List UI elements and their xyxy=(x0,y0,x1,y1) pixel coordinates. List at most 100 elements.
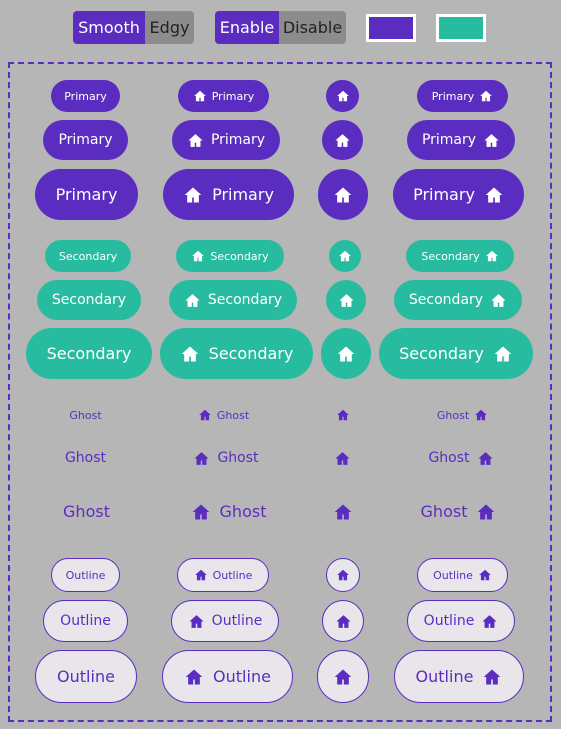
home-icon xyxy=(199,409,211,421)
primary-lg-label-button[interactable]: Primary xyxy=(35,169,138,220)
button-label: Ghost xyxy=(69,408,102,422)
button-label: Outline xyxy=(211,613,263,629)
button-label: Secondary xyxy=(46,344,132,363)
home-icon xyxy=(192,250,205,262)
button-label: Ghost xyxy=(436,408,470,422)
home-icon xyxy=(334,504,352,519)
ghost-md-icon-right-button[interactable]: Ghost xyxy=(407,438,515,478)
secondary-md-label-button[interactable]: Secondary xyxy=(37,280,141,320)
home-icon xyxy=(482,614,497,628)
ghost-lg-label-button[interactable]: Ghost xyxy=(35,486,138,537)
button-label: Primary xyxy=(413,185,475,204)
home-icon xyxy=(194,569,207,581)
button-label: Ghost xyxy=(420,502,468,521)
outline-lg-icon-right-button[interactable]: Outline xyxy=(394,650,524,703)
primary-md-label-button[interactable]: Primary xyxy=(43,120,128,160)
secondary-lg-icon-left-button[interactable]: Secondary xyxy=(160,328,313,379)
home-icon xyxy=(480,90,493,102)
primary-lg-icon-left-button[interactable]: Primary xyxy=(163,169,294,220)
button-label: Primary xyxy=(55,185,118,204)
state-toggle[interactable]: Enable Disable xyxy=(215,11,346,44)
home-icon xyxy=(188,133,203,147)
ghost-md-label-button[interactable]: Ghost xyxy=(43,438,128,478)
secondary-md-icon-left-button[interactable]: Secondary xyxy=(169,280,297,320)
button-label: Outline xyxy=(65,568,106,582)
secondary-lg-icon-right-button[interactable]: Secondary xyxy=(379,328,533,379)
button-label: Primary xyxy=(210,132,266,148)
button-label: Secondary xyxy=(51,292,127,308)
button-label: Ghost xyxy=(219,502,267,521)
button-label: Outline xyxy=(433,568,473,582)
button-label: Ghost xyxy=(428,450,470,466)
secondary-lg-label-button[interactable]: Secondary xyxy=(26,328,152,379)
primary-color-swatch[interactable] xyxy=(366,14,416,42)
button-label: Outline xyxy=(213,667,271,686)
button-label: Secondary xyxy=(399,344,484,363)
enable-option[interactable]: Enable xyxy=(215,11,279,44)
secondary-color-swatch[interactable] xyxy=(436,14,486,42)
toolbar: Smooth Edgy Enable Disable xyxy=(0,11,561,44)
ghost-lg-icon-right-button[interactable]: Ghost xyxy=(393,486,524,537)
primary-md-icon-left-button[interactable]: Primary xyxy=(172,120,280,160)
secondary-sm-icon-left-button[interactable]: Secondary xyxy=(176,240,284,272)
button-label: Primary xyxy=(431,89,475,103)
ghost-md-icon-only-button[interactable] xyxy=(322,438,363,478)
ghost-sm-icon-left-button[interactable]: Ghost xyxy=(178,399,269,431)
secondary-sm-label-button[interactable]: Secondary xyxy=(45,240,131,272)
ghost-lg-icon-only-button[interactable] xyxy=(318,486,368,537)
outline-md-icon-right-button[interactable]: Outline xyxy=(407,600,515,642)
home-icon xyxy=(335,614,351,628)
home-icon xyxy=(336,409,349,421)
primary-sm-icon-only-button[interactable] xyxy=(326,80,359,112)
outline-sm-label-button[interactable]: Outline xyxy=(51,558,120,592)
outline-sm-icon-only-button[interactable] xyxy=(326,558,360,592)
primary-sm-icon-left-button[interactable]: Primary xyxy=(178,80,269,112)
secondary-lg-icon-only-button[interactable] xyxy=(321,328,371,379)
button-label: Ghost xyxy=(64,450,107,466)
primary-md-icon-right-button[interactable]: Primary xyxy=(407,120,515,160)
home-icon xyxy=(334,187,352,202)
edgy-option[interactable]: Edgy xyxy=(145,11,194,44)
outline-sm-icon-right-button[interactable]: Outline xyxy=(417,558,508,592)
disable-option[interactable]: Disable xyxy=(279,11,346,44)
primary-lg-icon-right-button[interactable]: Primary xyxy=(393,169,524,220)
secondary-md-icon-only-button[interactable] xyxy=(326,280,366,320)
button-label: Outline xyxy=(212,568,253,582)
home-icon xyxy=(189,614,204,628)
home-icon xyxy=(184,187,202,202)
home-icon xyxy=(334,669,352,684)
home-icon xyxy=(484,669,501,684)
secondary-sm-icon-only-button[interactable] xyxy=(329,240,361,272)
outline-lg-icon-left-button[interactable]: Outline xyxy=(162,650,293,703)
secondary-sm-icon-right-button[interactable]: Secondary xyxy=(406,240,514,272)
ghost-sm-icon-right-button[interactable]: Ghost xyxy=(417,399,508,431)
primary-lg-icon-only-button[interactable] xyxy=(318,169,368,220)
button-label: Secondary xyxy=(421,249,480,263)
button-label: Ghost xyxy=(63,502,110,521)
home-icon xyxy=(335,451,350,465)
outline-md-label-button[interactable]: Outline xyxy=(43,600,128,642)
ghost-md-icon-left-button[interactable]: Ghost xyxy=(172,438,280,478)
outline-lg-label-button[interactable]: Outline xyxy=(35,650,137,703)
home-icon xyxy=(485,250,498,262)
button-label: Secondary xyxy=(408,292,484,308)
ghost-lg-icon-left-button[interactable]: Ghost xyxy=(163,486,294,537)
home-icon xyxy=(484,133,499,147)
smooth-option[interactable]: Smooth xyxy=(73,11,145,44)
outline-md-icon-only-button[interactable] xyxy=(322,600,364,642)
primary-sm-label-button[interactable]: Primary xyxy=(51,80,120,112)
ghost-sm-icon-only-button[interactable] xyxy=(326,399,359,431)
primary-md-icon-only-button[interactable] xyxy=(322,120,363,160)
outline-md-icon-left-button[interactable]: Outline xyxy=(171,600,279,642)
button-label: Primary xyxy=(212,185,274,204)
secondary-md-icon-right-button[interactable]: Secondary xyxy=(394,280,522,320)
outline-lg-icon-only-button[interactable] xyxy=(317,650,369,703)
ghost-sm-label-button[interactable]: Ghost xyxy=(51,399,120,431)
home-icon xyxy=(337,569,349,581)
button-label: Secondary xyxy=(208,344,294,363)
primary-sm-icon-right-button[interactable]: Primary xyxy=(417,80,508,112)
home-icon xyxy=(194,451,210,465)
outline-sm-icon-left-button[interactable]: Outline xyxy=(177,558,269,592)
home-icon xyxy=(185,669,203,684)
shape-toggle[interactable]: Smooth Edgy xyxy=(73,11,194,44)
